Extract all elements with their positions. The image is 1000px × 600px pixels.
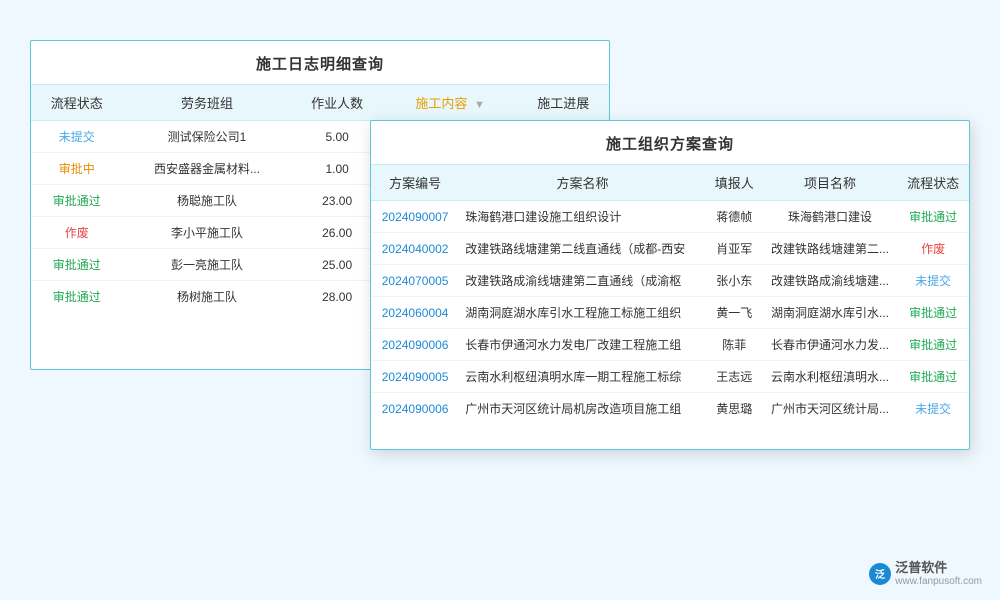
status-cell: 审批通过: [897, 297, 969, 329]
sort-icon: ▼: [474, 99, 485, 111]
filler-cell: 黄思璐: [706, 393, 763, 425]
brand-logo: 泛 泛普软件 www.fanpusoft.com: [869, 560, 982, 588]
table-row: 2024060004 湖南洞庭湖水库引水工程施工标施工组织黄一飞湖南洞庭湖水库引水…: [371, 297, 969, 329]
status-cell: 审批中: [31, 153, 123, 185]
brand-name: 泛普软件: [895, 560, 982, 576]
table-row: 2024090006 长春市伊通河水力发电厂改建工程施工组陈菲长春市伊通河水力发.…: [371, 329, 969, 361]
filler-cell: 陈菲: [706, 329, 763, 361]
col-project: 项目名称: [763, 165, 897, 201]
code-cell: 2024090005: [371, 361, 459, 393]
svg-text:泛: 泛: [875, 568, 885, 581]
status-cell: 作废: [897, 233, 969, 265]
code-cell: 2024090006: [371, 329, 459, 361]
project-cell: 广州市天河区统计局...: [763, 393, 897, 425]
status-cell: 审批通过: [31, 185, 123, 217]
table-row: 2024090006 广州市天河区统计局机房改造项目施工组黄思璐广州市天河区统计局…: [371, 393, 969, 425]
code-link[interactable]: 2024040002: [382, 242, 449, 256]
code-cell: 2024070005: [371, 265, 459, 297]
name-cell: 珠海鹤港口建设施工组织设计: [459, 201, 705, 233]
col-count: 作业人数: [291, 85, 383, 121]
status-cell: 未提交: [31, 121, 123, 153]
front-panel: 施工组织方案查询 方案编号 方案名称 填报人 项目名称 流程状态 2024090…: [370, 120, 970, 450]
code-link[interactable]: 2024090007: [382, 210, 449, 224]
name-cell: 广州市天河区统计局机房改造项目施工组: [459, 393, 705, 425]
filler-cell: 肖亚军: [706, 233, 763, 265]
table-row: 2024070005 改建铁路成渝线塘建第二直通线（成渝枢张小东改建铁路成渝线塘建…: [371, 265, 969, 297]
project-cell: 改建铁路成渝线塘建...: [763, 265, 897, 297]
name-cell: 改建铁路成渝线塘建第二直通线（成渝枢: [459, 265, 705, 297]
col-status: 流程状态: [31, 85, 123, 121]
table-row: 2024090007 珠海鹤港口建设施工组织设计蒋德帧珠海鹤港口建设审批通过: [371, 201, 969, 233]
status-cell: 审批通过: [31, 281, 123, 313]
code-cell: 2024090006: [371, 393, 459, 425]
front-panel-title: 施工组织方案查询: [371, 121, 969, 165]
brand-svg-icon: 泛: [871, 565, 889, 583]
code-link[interactable]: 2024090006: [382, 338, 449, 352]
project-cell: 珠海鹤港口建设: [763, 201, 897, 233]
filler-cell: 黄一飞: [706, 297, 763, 329]
brand-icon: 泛: [869, 563, 891, 585]
brand-text: 泛普软件 www.fanpusoft.com: [895, 560, 982, 588]
brand-url: www.fanpusoft.com: [895, 576, 982, 588]
col-name: 方案名称: [459, 165, 705, 201]
status-cell: 未提交: [897, 265, 969, 297]
table-row: 2024090005 云南水利枢纽滇明水库一期工程施工标综王志远云南水利枢纽滇明水…: [371, 361, 969, 393]
team-cell: 彭一亮施工队: [123, 249, 292, 281]
code-link[interactable]: 2024090006: [382, 402, 449, 416]
col-status: 流程状态: [897, 165, 969, 201]
col-team: 劳务班组: [123, 85, 292, 121]
status-cell: 未提交: [897, 393, 969, 425]
team-cell: 西安盛器金属材料...: [123, 153, 292, 185]
team-cell: 杨树施工队: [123, 281, 292, 313]
project-cell: 湖南洞庭湖水库引水...: [763, 297, 897, 329]
code-cell: 2024090007: [371, 201, 459, 233]
name-cell: 改建铁路线塘建第二线直通线（成都-西安: [459, 233, 705, 265]
project-cell: 长春市伊通河水力发...: [763, 329, 897, 361]
status-cell: 审批通过: [897, 361, 969, 393]
filler-cell: 蒋德帧: [706, 201, 763, 233]
code-cell: 2024040002: [371, 233, 459, 265]
status-cell: 审批通过: [31, 249, 123, 281]
code-link[interactable]: 2024070005: [382, 274, 449, 288]
project-cell: 改建铁路线塘建第二...: [763, 233, 897, 265]
name-cell: 湖南洞庭湖水库引水工程施工标施工组织: [459, 297, 705, 329]
col-filler: 填报人: [706, 165, 763, 201]
col-content[interactable]: 施工内容 ▼: [383, 85, 517, 121]
status-cell: 作废: [31, 217, 123, 249]
filler-cell: 张小东: [706, 265, 763, 297]
back-panel-title: 施工日志明细查询: [31, 41, 609, 85]
code-link[interactable]: 2024060004: [382, 306, 449, 320]
col-progress: 施工进展: [517, 85, 609, 121]
project-cell: 云南水利枢纽滇明水...: [763, 361, 897, 393]
brand: 泛 泛普软件 www.fanpusoft.com: [869, 560, 982, 588]
team-cell: 李小平施工队: [123, 217, 292, 249]
table-row: 2024040002 改建铁路线塘建第二线直通线（成都-西安肖亚军改建铁路线塘建第…: [371, 233, 969, 265]
front-table-header: 方案编号 方案名称 填报人 项目名称 流程状态: [371, 165, 969, 201]
filler-cell: 王志远: [706, 361, 763, 393]
col-code: 方案编号: [371, 165, 459, 201]
code-cell: 2024060004: [371, 297, 459, 329]
back-table-header: 流程状态 劳务班组 作业人数 施工内容 ▼ 施工进展: [31, 85, 609, 121]
front-panel-table: 方案编号 方案名称 填报人 项目名称 流程状态 2024090007 珠海鹤港口建…: [371, 165, 969, 424]
name-cell: 长春市伊通河水力发电厂改建工程施工组: [459, 329, 705, 361]
team-cell: 杨聪施工队: [123, 185, 292, 217]
status-cell: 审批通过: [897, 201, 969, 233]
code-link[interactable]: 2024090005: [382, 370, 449, 384]
status-cell: 审批通过: [897, 329, 969, 361]
name-cell: 云南水利枢纽滇明水库一期工程施工标综: [459, 361, 705, 393]
team-cell: 测试保险公司1: [123, 121, 292, 153]
